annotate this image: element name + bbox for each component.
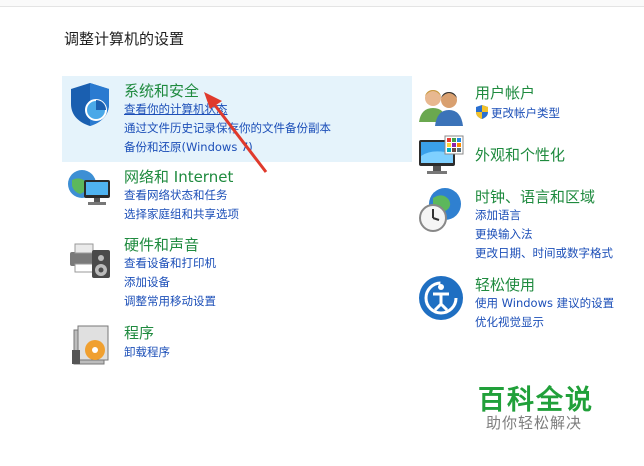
watermark-slogan: 助你轻松解决 [486, 414, 583, 432]
